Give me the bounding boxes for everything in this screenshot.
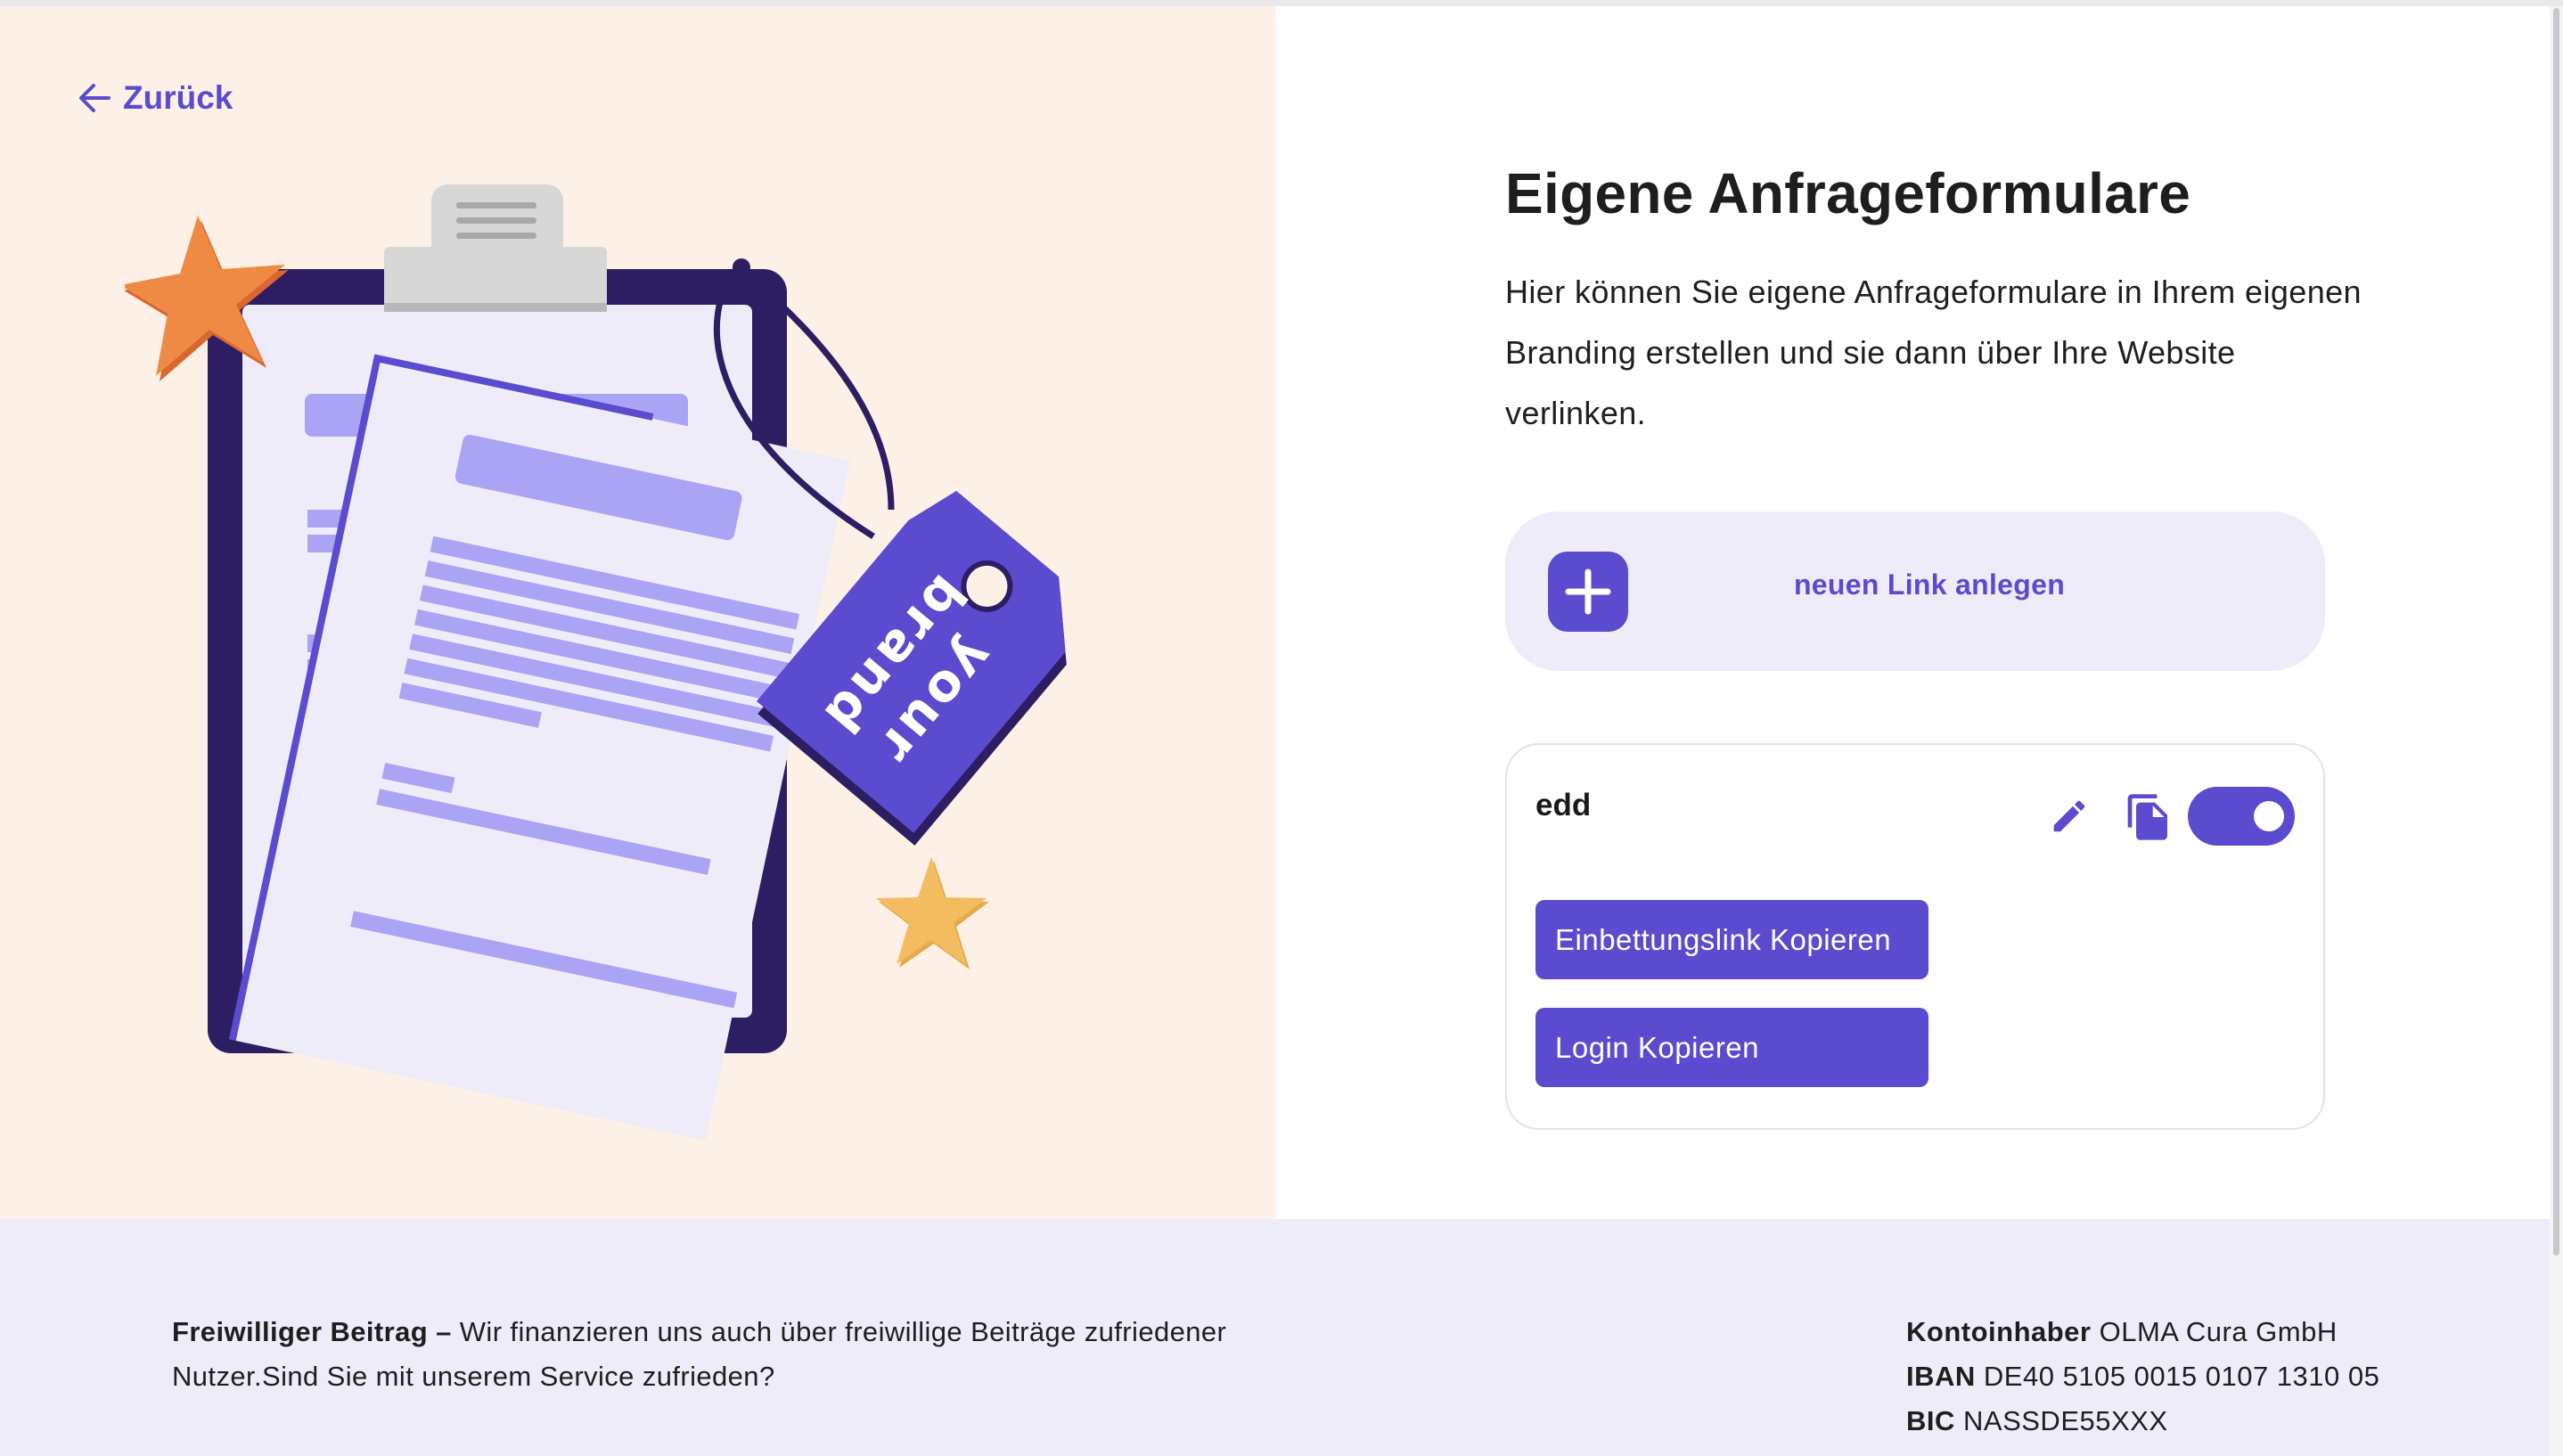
new-link-button[interactable]: neuen Link anlegen bbox=[1505, 511, 2325, 671]
back-link-label: Zurück bbox=[123, 79, 233, 116]
iban-row: IBAN DE40 5105 0015 0107 1310 05 bbox=[1906, 1361, 2380, 1392]
top-border bbox=[0, 0, 2563, 6]
copy-embed-link-button[interactable]: Einbettungslink Kopieren bbox=[1535, 900, 1928, 979]
copy-login-button[interactable]: Login Kopieren bbox=[1535, 1008, 1928, 1087]
illustration-panel: Zurück your brand bbox=[0, 6, 1275, 1219]
bank-details: Kontoinhaber OLMA Cura GmbH IBAN DE40 51… bbox=[1906, 1310, 2379, 1444]
scrollbar-thumb[interactable] bbox=[2553, 8, 2559, 1256]
account-holder-row: Kontoinhaber OLMA Cura GmbH bbox=[1906, 1316, 2338, 1347]
footer: Freiwilliger Beitrag – Wir finanzieren u… bbox=[0, 1219, 2550, 1456]
bic-row: BIC NASSDE55XXX bbox=[1906, 1405, 2168, 1436]
arrow-left-icon bbox=[79, 84, 111, 112]
pencil-icon[interactable] bbox=[2049, 796, 2090, 837]
donation-note: Freiwilliger Beitrag – Wir finanzieren u… bbox=[172, 1310, 1241, 1399]
new-link-label: neuen Link anlegen bbox=[1793, 568, 2066, 601]
back-link[interactable]: Zurück bbox=[78, 79, 233, 117]
copy-icon[interactable] bbox=[2124, 790, 2174, 844]
yellow-star bbox=[876, 857, 989, 969]
page-title: Eigene Anfrageformulare bbox=[1505, 161, 2191, 225]
page-scrollbar[interactable] bbox=[2550, 6, 2563, 1456]
page-description: Hier können Sie eigene Anfrageformulare … bbox=[1505, 274, 2362, 431]
donation-title: Freiwilliger Beitrag – bbox=[172, 1316, 452, 1347]
link-card: edd Einbettungslink Kopieren Login Kopie… bbox=[1505, 743, 2325, 1130]
clipboard-illustration: your brand bbox=[125, 184, 1067, 1141]
clip-base bbox=[384, 247, 607, 307]
link-name: edd bbox=[1535, 788, 1592, 822]
active-toggle[interactable] bbox=[2188, 787, 2295, 846]
toggle-knob bbox=[2254, 801, 2284, 831]
